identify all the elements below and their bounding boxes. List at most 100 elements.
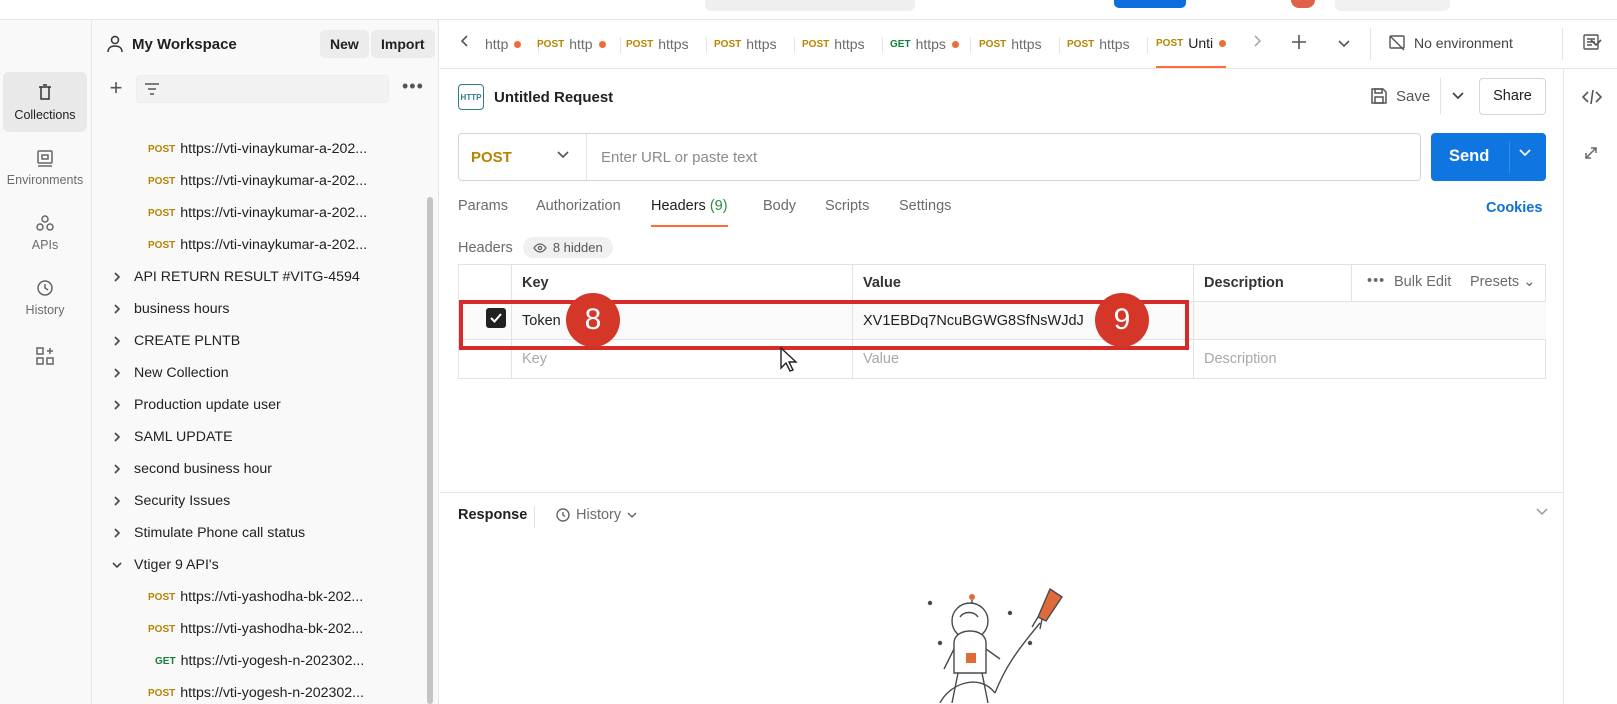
top-menu-fragment[interactable] <box>1335 0 1450 11</box>
chevron-down-icon[interactable] <box>1535 507 1549 517</box>
tab-request[interactable]: POST https <box>979 20 1061 68</box>
rail-apis[interactable]: APIs <box>3 202 87 262</box>
annotation-badge: 8 <box>566 293 620 347</box>
environment-selector[interactable]: No environment <box>1388 34 1603 52</box>
cookies-link[interactable]: Cookies <box>1486 200 1542 216</box>
chevron-down-icon <box>627 512 637 519</box>
list-item[interactable]: POST https://vti-yashodha-bk-202... <box>92 613 422 645</box>
folder-item[interactable]: API RETURN RESULT #VITG-4594 <box>92 261 422 293</box>
chevron-right-icon <box>114 272 121 282</box>
icon-rail: Collections Environments APIs History <box>0 20 92 704</box>
tab-request[interactable]: http <box>485 20 535 68</box>
request-title[interactable]: Untitled Request <box>494 89 613 106</box>
list-item[interactable]: POST https://vti-vinaykumar-a-202... <box>92 165 422 197</box>
method-badge: GET <box>890 38 911 50</box>
new-button[interactable]: New <box>320 30 369 58</box>
sidebar-scrollbar[interactable] <box>427 197 433 704</box>
folder-label: business hours <box>134 301 230 317</box>
tab-body[interactable]: Body <box>763 198 796 228</box>
response-history-dropdown[interactable]: History <box>555 507 638 523</box>
folder-label: CREATE PLNTB <box>134 333 241 349</box>
folder-item[interactable]: Stimulate Phone call status <box>92 517 422 549</box>
rail-environments[interactable]: Environments <box>3 137 87 197</box>
upgrade-button-fragment[interactable] <box>1114 0 1186 8</box>
tab-separator <box>794 37 795 53</box>
share-button[interactable]: Share <box>1479 78 1546 115</box>
presets-label: Presets <box>1470 274 1520 290</box>
environment-quick-look-icon[interactable] <box>1582 33 1600 56</box>
code-icon[interactable] <box>1582 89 1602 105</box>
presets-dropdown[interactable]: Presets ⌄ <box>1470 274 1535 290</box>
chevron-right-icon <box>114 400 121 410</box>
rail-history[interactable]: History <box>3 267 87 327</box>
chevron-right-icon[interactable] <box>1252 34 1262 53</box>
column-header-description: Description <box>1194 265 1352 302</box>
rail-collections[interactable]: Collections <box>3 72 87 132</box>
tab-scripts[interactable]: Scripts <box>825 198 869 228</box>
search-bar-fragment[interactable] <box>705 0 915 11</box>
bulk-edit-link[interactable]: Bulk Edit <box>1394 274 1451 290</box>
new-tab-icon[interactable] <box>1290 33 1308 56</box>
folder-item[interactable]: SAML UPDATE <box>92 421 422 453</box>
rail-more[interactable] <box>3 338 87 378</box>
folder-item[interactable]: Production update user <box>92 389 422 421</box>
tab-label: http <box>569 36 593 52</box>
save-icon[interactable] <box>1370 87 1388 105</box>
unsaved-dot <box>598 40 606 48</box>
save-button[interactable]: Save <box>1396 88 1430 105</box>
rail-label: History <box>25 302 65 317</box>
list-item[interactable]: GET https://vti-yogesh-n-202302... <box>92 645 422 677</box>
folder-item[interactable]: second business hour <box>92 453 422 485</box>
list-item[interactable]: POST https://vti-vinaykumar-a-202... <box>92 133 422 165</box>
tab-authorization[interactable]: Authorization <box>536 198 621 228</box>
chevron-left-icon[interactable] <box>460 34 470 53</box>
history-icon <box>37 279 53 296</box>
hidden-headers-toggle[interactable]: 8 hidden <box>522 237 613 258</box>
avatar[interactable] <box>1291 0 1315 8</box>
related-icon[interactable] <box>1582 144 1600 162</box>
method-badge: POST <box>1156 37 1184 49</box>
import-button[interactable]: Import <box>371 30 435 58</box>
send-label: Send <box>1449 147 1490 165</box>
tab-headers[interactable]: Headers (9) <box>651 198 728 227</box>
tab-request[interactable]: GET https <box>890 20 974 68</box>
method-selector[interactable]: POST <box>459 134 587 180</box>
send-button[interactable]: Send <box>1431 133 1546 181</box>
new-description-input[interactable]: Description <box>1194 340 1546 378</box>
list-item[interactable]: POST https://vti-vinaykumar-a-202... <box>92 197 422 229</box>
tab-label: Unti <box>1188 35 1214 51</box>
tab-settings[interactable]: Settings <box>899 198 951 228</box>
folder-label: SAML UPDATE <box>134 429 233 445</box>
folder-item[interactable]: New Collection <box>92 357 422 389</box>
header-description-field[interactable] <box>1194 302 1546 340</box>
url-input[interactable]: Enter URL or paste text <box>587 149 1420 166</box>
chevron-down-icon[interactable] <box>1451 91 1465 101</box>
tab-request[interactable]: POST https <box>1067 20 1149 68</box>
add-collection-icon[interactable]: + <box>105 77 127 100</box>
more-icon[interactable]: ••• <box>402 76 424 97</box>
more-icon[interactable]: ••• <box>1367 273 1385 289</box>
workspace-title[interactable]: My Workspace <box>106 35 237 53</box>
chevron-right-icon <box>114 528 121 538</box>
top-strip <box>0 0 1617 20</box>
chevron-down-icon[interactable] <box>1337 36 1351 54</box>
chevron-down-icon[interactable] <box>1518 148 1532 158</box>
list-item[interactable]: POST https://vti-yashodha-bk-202... <box>92 581 422 613</box>
folder-item[interactable]: Security Issues <box>92 485 422 517</box>
folder-item[interactable]: Vtiger 9 API's <box>92 549 422 581</box>
method-badge: POST <box>714 38 742 50</box>
tab-request-active[interactable]: POST Unti <box>1156 20 1226 68</box>
list-item[interactable]: POST https://vti-yogesh-n-202302... <box>92 677 422 704</box>
tab-request[interactable]: POST http <box>537 20 615 68</box>
request-label: https://vti-yashodha-bk-202... <box>180 621 364 637</box>
tab-request[interactable]: POST https <box>714 20 796 68</box>
list-item[interactable]: POST https://vti-vinaykumar-a-202... <box>92 229 422 261</box>
tab-params[interactable]: Params <box>458 198 508 228</box>
folder-item[interactable]: business hours <box>92 293 422 325</box>
sidebar: My Workspace New Import + ••• POST https:… <box>92 20 439 704</box>
folder-item[interactable]: CREATE PLNTB <box>92 325 422 357</box>
tab-request[interactable]: POST https <box>802 20 884 68</box>
tab-request[interactable]: POST https <box>626 20 708 68</box>
filter-input[interactable] <box>136 75 389 103</box>
tab-separator <box>1147 37 1148 53</box>
